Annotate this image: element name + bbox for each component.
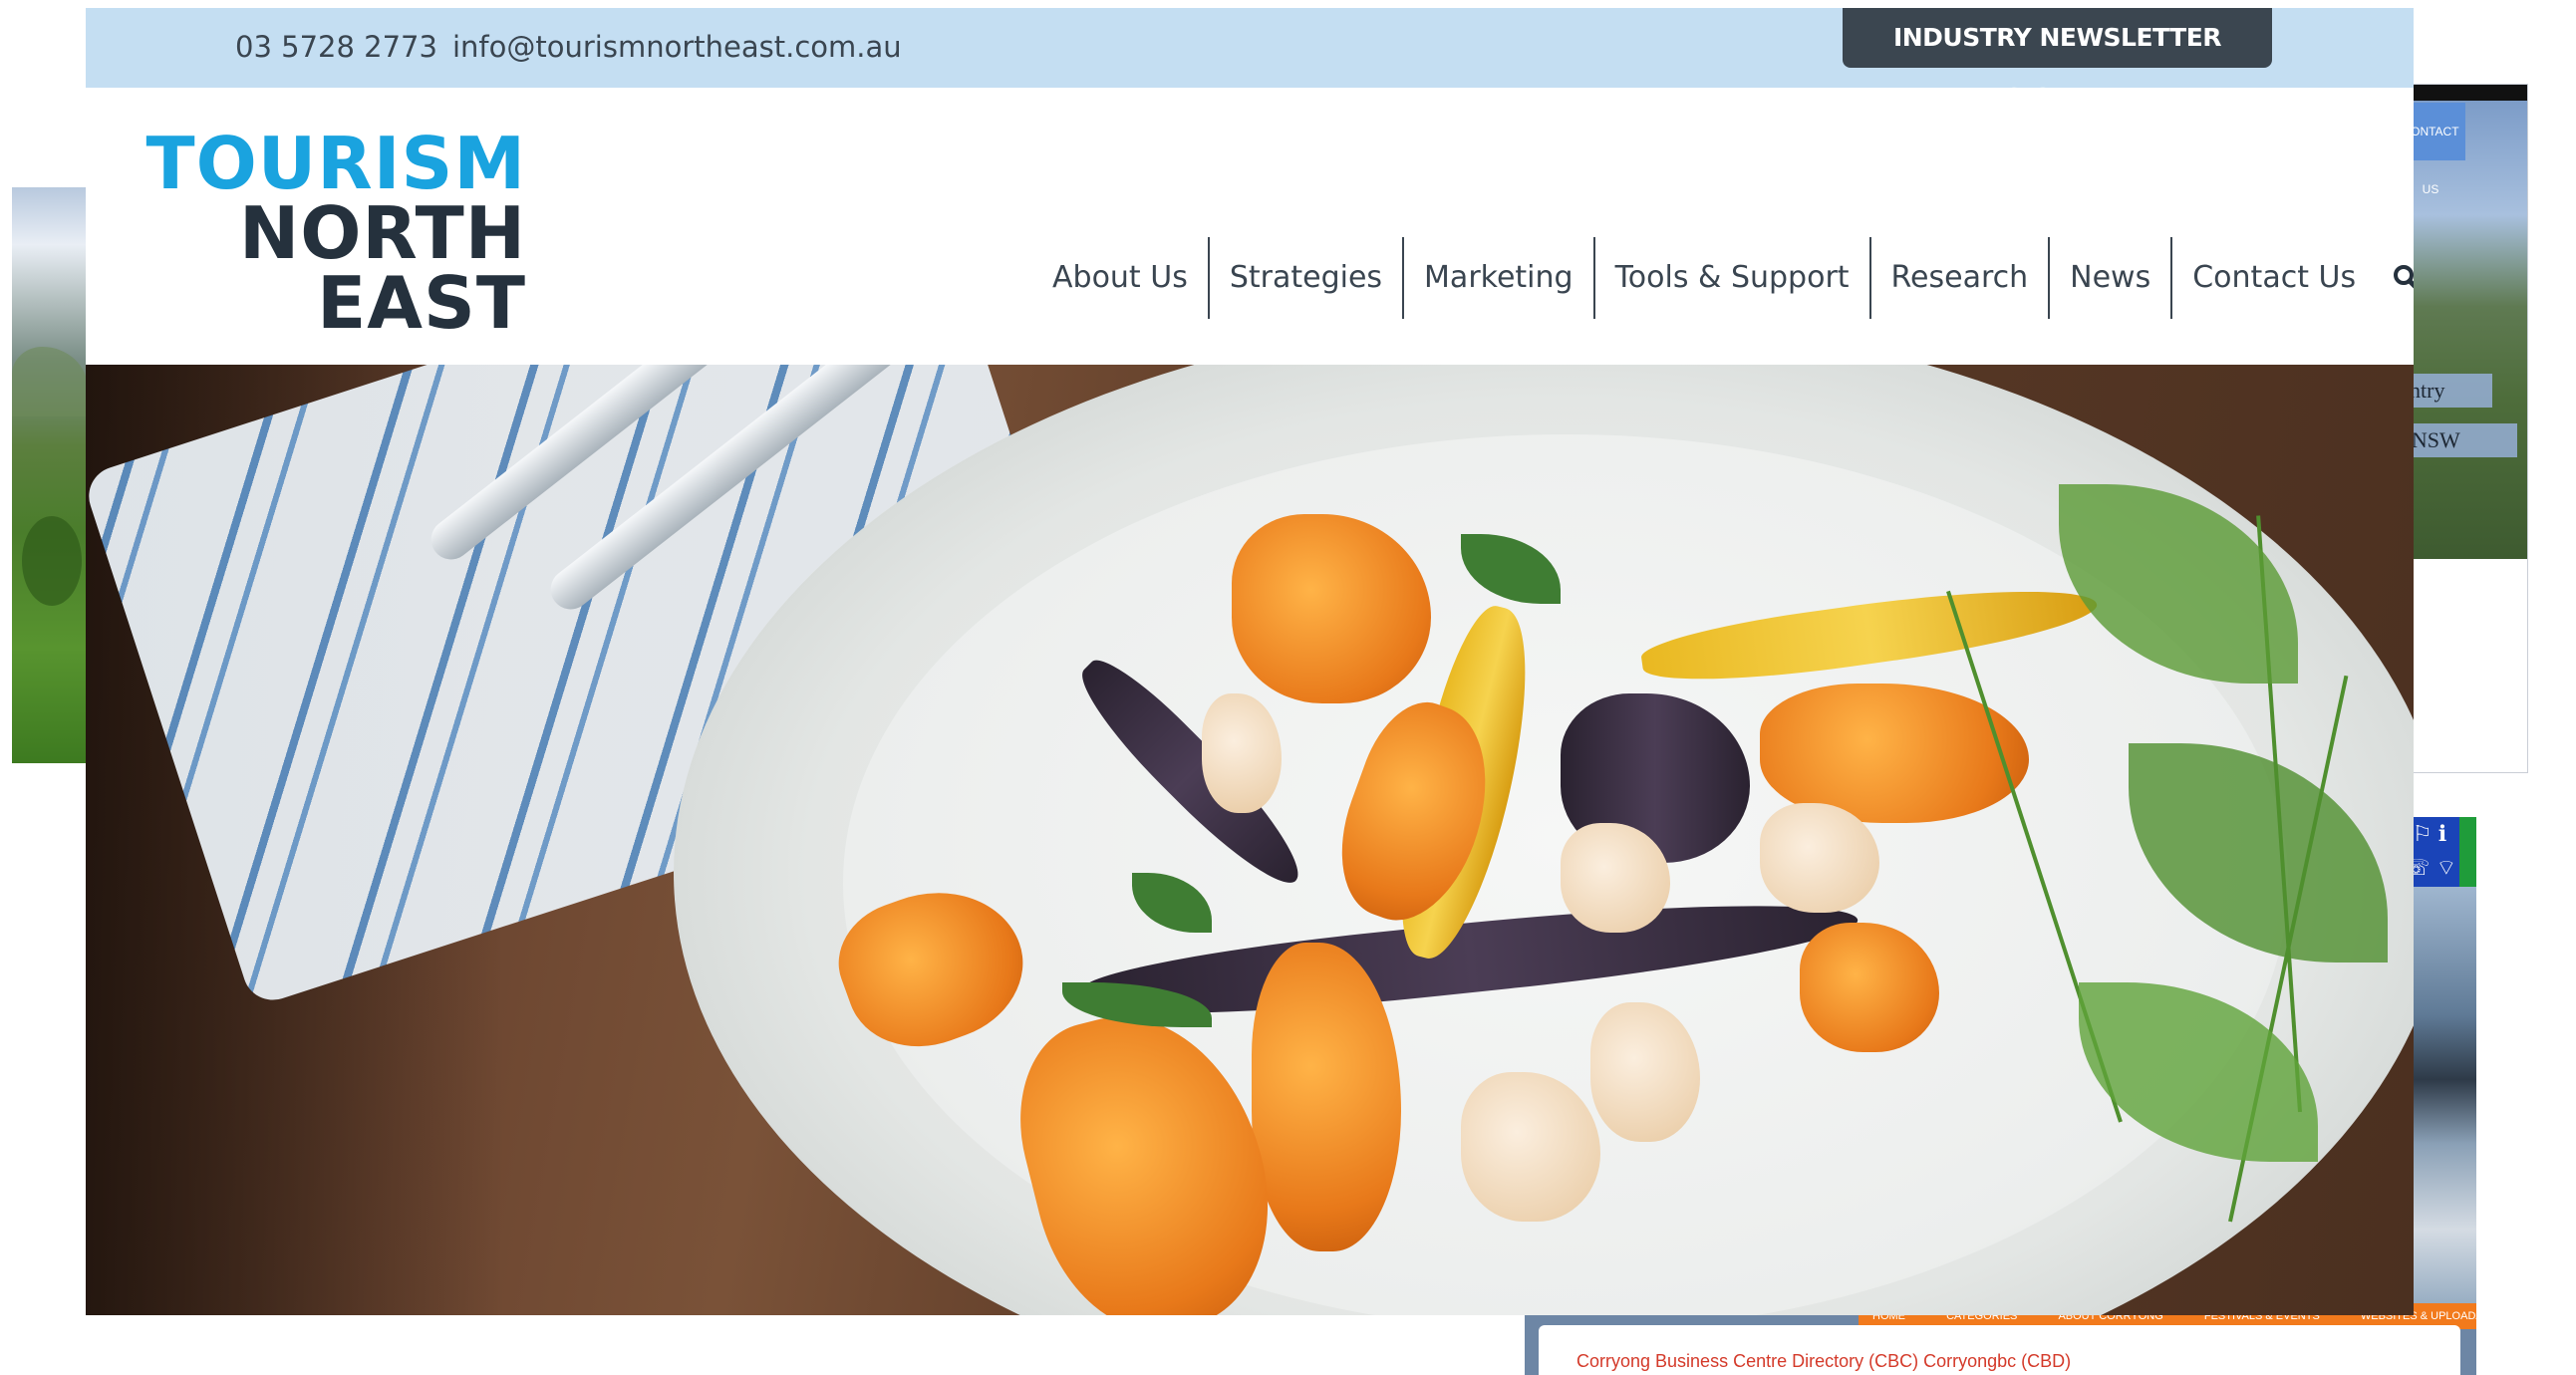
landscape-hill: [12, 347, 88, 416]
nav-strategies[interactable]: Strategies: [1210, 237, 1405, 319]
site-logo[interactable]: TOURISM NORTH EAST: [145, 128, 526, 345]
logo-line-1: TOURISM: [145, 122, 526, 205]
nav-about-us[interactable]: About Us: [1032, 237, 1210, 319]
main-navigation: About Us Strategies Marketing Tools & Su…: [1032, 237, 2414, 319]
contact-topbar: 03 5728 2773 info@tourismnortheast.com.a…: [86, 8, 2414, 112]
main-page-window: 03 5728 2773 info@tourismnortheast.com.a…: [86, 8, 2414, 1315]
search-button[interactable]: [2376, 237, 2414, 319]
nav-contact-us[interactable]: Contact Us: [2172, 237, 2376, 319]
landscape-tree: [22, 516, 82, 606]
nav-marketing[interactable]: Marketing: [1404, 237, 1595, 319]
directory-link[interactable]: Corryong Business Centre Directory (CBC)…: [1576, 1351, 2071, 1372]
search-icon: [2394, 265, 2414, 289]
nav-tools-support[interactable]: Tools & Support: [1595, 237, 1871, 319]
phone-link[interactable]: 03 5728 2773: [235, 30, 437, 64]
background-window-left: [12, 187, 88, 763]
logo-line-2: NORTH: [238, 191, 526, 275]
nav-research[interactable]: Research: [1871, 237, 2051, 319]
email-link[interactable]: info@tourismnortheast.com.au: [452, 30, 902, 64]
site-header: TOURISM NORTH EAST About Us Strategies M…: [86, 88, 2414, 365]
hero-image: [86, 365, 2414, 1315]
nav-news[interactable]: News: [2050, 237, 2173, 319]
logo-line-3: EAST: [317, 261, 526, 345]
newsletter-signup-button[interactable]: INDUSTRY NEWSLETTER SIGNUP: [1843, 8, 2272, 112]
directory-card: Corryong Business Centre Directory (CBC)…: [1539, 1325, 2460, 1375]
